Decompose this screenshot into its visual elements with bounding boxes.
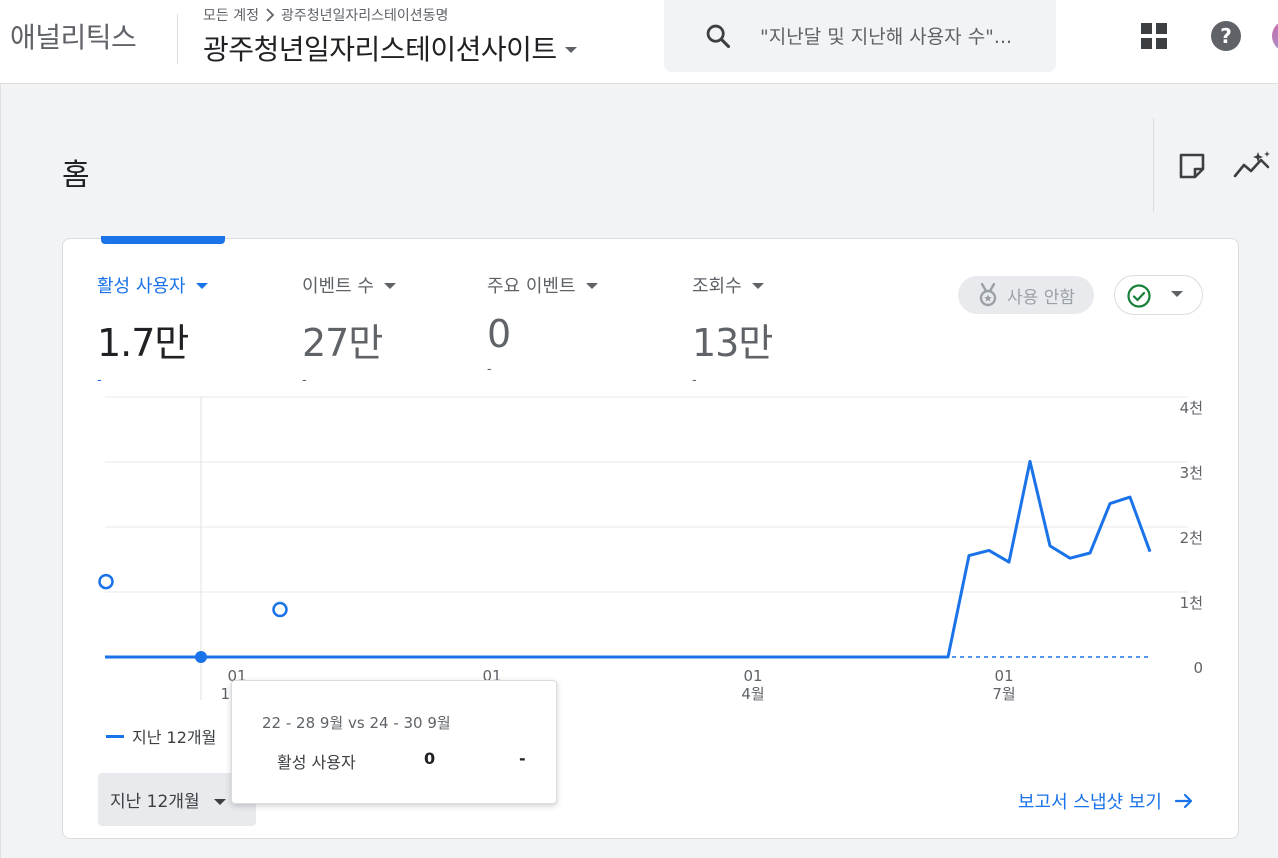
apps-grid-icon[interactable] — [1140, 22, 1168, 50]
notes-icon[interactable] — [1176, 150, 1208, 182]
tooltip-title: 22 - 28 9월 vs 24 - 30 9월 — [262, 714, 451, 732]
search-bar[interactable]: "지난달 및 지난해 사용자 수"... — [664, 0, 1056, 72]
metric-views[interactable]: 조회수 13만 - — [692, 272, 773, 388]
check-circle-icon — [1127, 284, 1151, 308]
chevron-down-icon — [383, 283, 396, 289]
tooltip-change: - — [519, 749, 526, 768]
metric-label-text: 조회수 — [692, 276, 742, 297]
unused-badge-label: 사용 안함 — [1007, 287, 1075, 308]
chart-legend: 지난 12개월 — [106, 724, 216, 748]
chevron-down-icon — [1171, 291, 1183, 297]
property-selector[interactable]: 광주청년일자리스테이션사이트 — [203, 28, 577, 68]
breadcrumb[interactable]: 모든 계정 광주청년일자리스테이션동명 — [203, 5, 448, 25]
tooltip-metric: 활성 사용자 — [277, 753, 356, 772]
search-placeholder[interactable]: "지난달 및 지난해 사용자 수"... — [760, 22, 1052, 49]
app-name[interactable]: 애널리틱스 — [10, 16, 137, 56]
page-title: 홈 — [62, 158, 90, 193]
chart-tooltip: 22 - 28 9월 vs 24 - 30 9월 활성 사용자 0 - — [231, 680, 557, 804]
metric-change: - — [692, 373, 697, 388]
date-range-label: 지난 12개월 — [110, 792, 200, 812]
report-snapshot-label: 보고서 스냅샷 보기 — [1018, 792, 1162, 813]
metric-event-count[interactable]: 이벤트 수 27만 - — [302, 272, 396, 388]
metric-label[interactable]: 활성 사용자 — [97, 272, 208, 298]
insights-icon[interactable] — [1232, 150, 1272, 182]
help-icon[interactable]: ? — [1210, 20, 1242, 52]
metric-label[interactable]: 주요 이벤트 — [487, 272, 598, 298]
tooltip-value: 0 — [424, 749, 436, 768]
property-name: 광주청년일자리스테이션사이트 — [203, 33, 557, 66]
chevron-right-icon — [266, 8, 275, 22]
header-divider — [177, 14, 178, 64]
svg-text:?: ? — [1220, 24, 1232, 48]
chevron-down-icon — [195, 283, 208, 289]
metric-key-events[interactable]: 주요 이벤트 0 - — [487, 272, 598, 377]
breadcrumb-account[interactable]: 광주청년일자리스테이션동명 — [281, 5, 448, 25]
arrow-right-icon — [1174, 793, 1193, 809]
metric-label-text: 활성 사용자 — [97, 276, 186, 297]
metric-value: 27만 — [302, 321, 383, 365]
search-icon — [706, 24, 731, 49]
metric-value: 13만 — [692, 321, 773, 365]
metric-label-text: 이벤트 수 — [302, 276, 374, 297]
legend-label-current: 지난 12개월 — [132, 728, 217, 747]
top-bar: 애널리틱스 모든 계정 광주청년일자리스테이션동명 광주청년일자리스테이션사이트… — [0, 0, 1278, 84]
medal-icon — [979, 283, 997, 307]
chevron-down-icon — [585, 283, 598, 289]
title-divider — [1153, 118, 1154, 212]
metric-change: - — [302, 373, 307, 388]
metric-active-users[interactable]: 활성 사용자 1.7만 - — [97, 272, 208, 388]
breadcrumb-root[interactable]: 모든 계정 — [203, 5, 259, 25]
metric-label-text: 주요 이벤트 — [487, 276, 576, 297]
unused-badge: 사용 안함 — [958, 276, 1094, 314]
chevron-down-icon — [751, 283, 764, 289]
avatar[interactable] — [1272, 20, 1278, 52]
metric-value: 1.7만 — [97, 321, 189, 365]
report-snapshot-link[interactable]: 보고서 스냅샷 보기 — [1018, 788, 1194, 814]
legend-swatch-current — [106, 734, 124, 738]
chevron-down-icon — [213, 798, 226, 805]
card-tab-indicator — [101, 236, 225, 244]
chevron-down-icon — [564, 47, 577, 53]
metric-change: - — [97, 373, 102, 388]
status-dropdown[interactable] — [1114, 275, 1203, 315]
metric-change: - — [487, 362, 492, 377]
metric-label[interactable]: 이벤트 수 — [302, 272, 396, 298]
metric-value: 0 — [487, 312, 511, 356]
metric-label[interactable]: 조회수 — [692, 272, 772, 298]
